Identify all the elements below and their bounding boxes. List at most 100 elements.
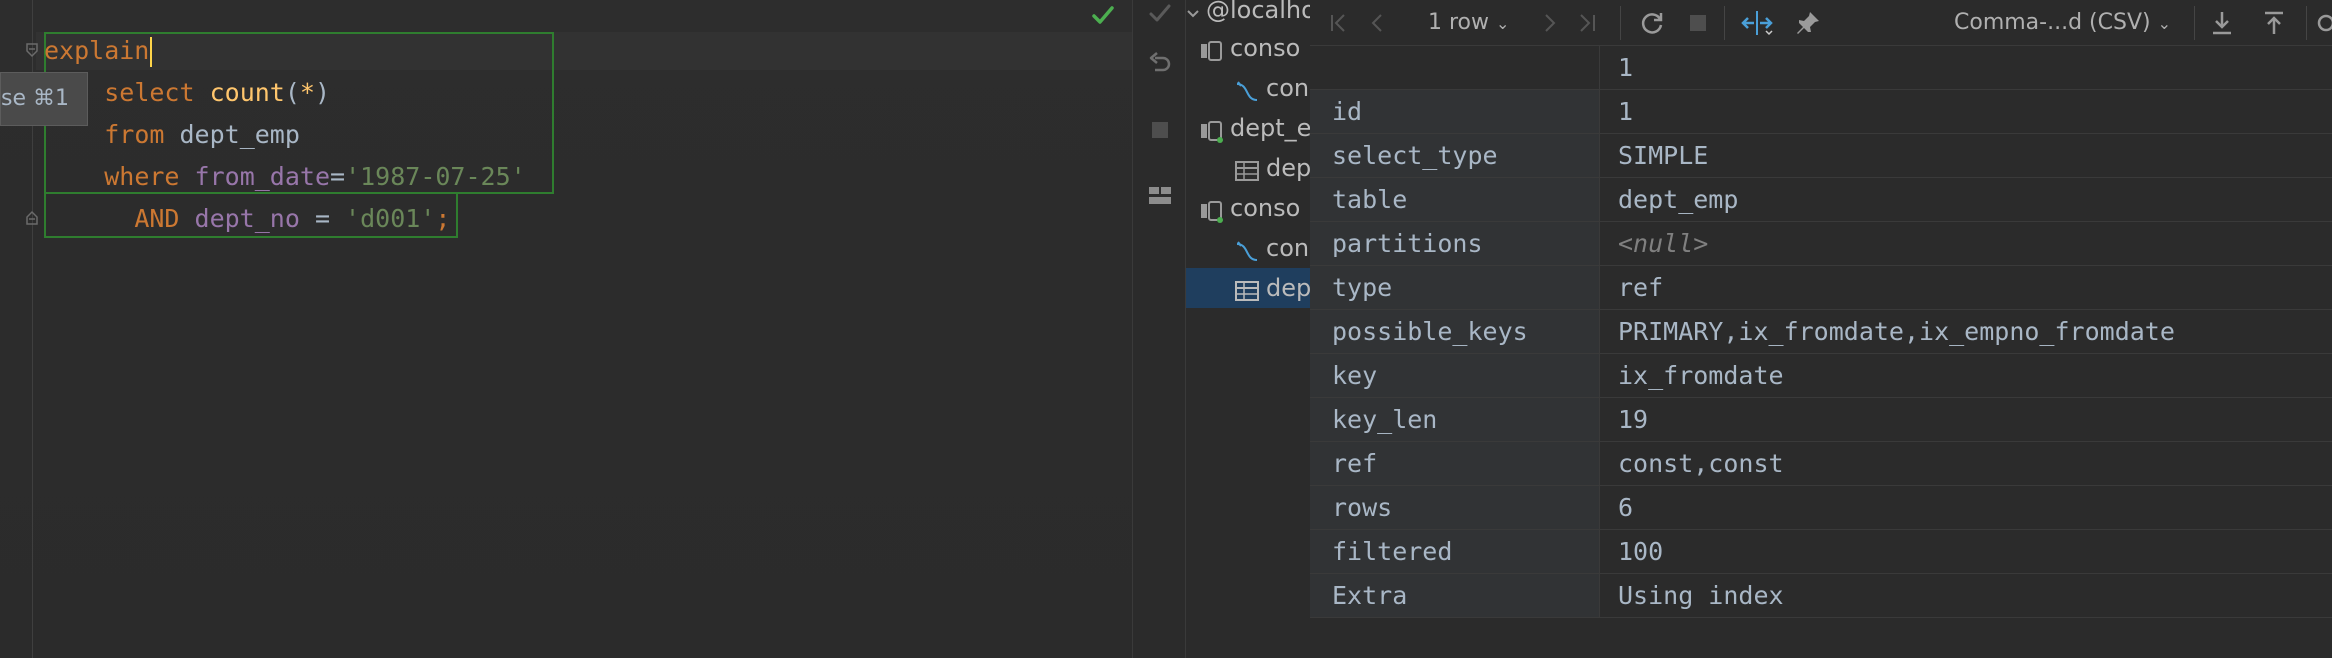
fold-end-icon[interactable]	[24, 210, 40, 226]
pin-icon[interactable]	[1794, 9, 1822, 37]
paren-close: )	[314, 78, 331, 107]
code-line-5[interactable]: AND dept_no = 'd001';	[44, 200, 450, 238]
commit-check-icon[interactable]	[1146, 0, 1174, 28]
tree-label: dept_e	[1230, 114, 1310, 142]
last-page-icon[interactable]	[1574, 9, 1598, 37]
table-row[interactable]: id 1	[1310, 90, 2332, 134]
toolbar-divider	[1724, 6, 1725, 40]
stop-query-icon[interactable]	[1684, 9, 1712, 37]
check-icon	[1090, 2, 1116, 28]
tree-label: dep	[1266, 154, 1310, 182]
console-icon	[1198, 36, 1224, 62]
sql-file-icon	[1234, 76, 1260, 102]
string-literal-date: '1987-07-25'	[345, 162, 526, 191]
row-value[interactable]: SIMPLE	[1600, 134, 2332, 177]
table-row[interactable]: table dept_emp	[1310, 178, 2332, 222]
table-row[interactable]: filtered 100	[1310, 530, 2332, 574]
text-caret	[150, 37, 153, 67]
row-key: table	[1310, 178, 1600, 221]
row-value[interactable]: Using index	[1600, 574, 2332, 617]
tree-item-sql-file-1[interactable]: con	[1234, 68, 1310, 108]
table-row[interactable]: rows 6	[1310, 486, 2332, 530]
table-row[interactable]: Extra Using index	[1310, 574, 2332, 618]
first-page-icon[interactable]	[1328, 9, 1352, 37]
semicolon: ;	[435, 204, 451, 233]
column-header-row: 1	[1310, 46, 2332, 90]
table-row[interactable]: type ref	[1310, 266, 2332, 310]
tree-item-console-1[interactable]: conso	[1198, 28, 1310, 68]
keyword-from: from	[104, 120, 165, 149]
row-value[interactable]: const,const	[1600, 442, 2332, 485]
string-literal-dept: 'd001'	[345, 204, 436, 233]
code-line-1[interactable]: explain	[44, 32, 153, 70]
keyword-and: AND	[134, 204, 180, 233]
row-value[interactable]: 1	[1600, 90, 2332, 133]
chevron-down-icon: ⌄	[2157, 14, 2171, 33]
tree-item-table-1[interactable]: dep	[1234, 148, 1310, 188]
table-row[interactable]: possible_keys PRIMARY,ix_fromdate,ix_empn…	[1310, 310, 2332, 354]
view-icon[interactable]	[2314, 9, 2332, 37]
fold-start-icon[interactable]	[24, 42, 40, 58]
table-icon	[1234, 276, 1260, 302]
tree-item-table-selected[interactable]: dep	[1186, 268, 1310, 308]
row-value[interactable]: 19	[1600, 398, 2332, 441]
tree-label: con	[1266, 234, 1310, 262]
chevron-down-icon[interactable]	[1186, 0, 1200, 24]
column-header[interactable]: 1	[1600, 46, 2332, 89]
results-toolbar: 1 row ⌄ Comma-...d (CSV) ⌄	[1310, 0, 2332, 46]
tree-item-sql-file-2[interactable]: con	[1234, 228, 1310, 268]
rollback-icon[interactable]	[1146, 50, 1174, 78]
download-icon[interactable]	[2208, 9, 2236, 37]
export-format-label: Comma-...d (CSV)	[1954, 10, 2151, 35]
row-value[interactable]: ix_fromdate	[1600, 354, 2332, 397]
table-row[interactable]: key ix_fromdate	[1310, 354, 2332, 398]
row-value[interactable]: 6	[1600, 486, 2332, 529]
tree-label: dep	[1266, 274, 1310, 302]
tree-label: con	[1266, 74, 1310, 102]
tree-item-localhost[interactable]: @localho	[1186, 0, 1310, 30]
toolbar-divider	[1620, 6, 1621, 40]
compare-icon[interactable]	[1740, 9, 1774, 37]
export-format-dropdown[interactable]: Comma-...d (CSV) ⌄	[1954, 9, 2171, 37]
chevron-down-icon: ⌄	[1496, 14, 1510, 33]
row-value[interactable]: dept_emp	[1600, 178, 2332, 221]
table-icon	[1234, 156, 1260, 182]
row-value[interactable]: PRIMARY,ix_fromdate,ix_empno_fromdate	[1600, 310, 2332, 353]
row-value[interactable]: ref	[1600, 266, 2332, 309]
tree-label: conso	[1230, 194, 1301, 222]
row-count-label: 1 row	[1428, 10, 1490, 35]
row-value[interactable]: 100	[1600, 530, 2332, 573]
table-row[interactable]: select_type SIMPLE	[1310, 134, 2332, 178]
row-value-null[interactable]: <null>	[1600, 222, 2332, 265]
tree-label: conso	[1230, 34, 1301, 62]
code-line-4[interactable]: where from_date='1987-07-25'	[44, 158, 526, 196]
console-icon	[1198, 196, 1224, 223]
sql-file-icon	[1234, 236, 1260, 262]
upload-icon[interactable]	[2260, 9, 2288, 37]
row-key: id	[1310, 90, 1600, 133]
row-key: select_type	[1310, 134, 1600, 177]
row-key: ref	[1310, 442, 1600, 485]
star-token: *	[299, 78, 315, 107]
tree-item-console-dept[interactable]: dept_e	[1198, 108, 1310, 148]
next-page-icon[interactable]	[1538, 9, 1562, 37]
stop-icon[interactable]	[1146, 116, 1174, 144]
sql-editor[interactable]: explain select count(*) from dept_emp wh…	[0, 0, 1132, 658]
prev-page-icon[interactable]	[1366, 9, 1390, 37]
tree-item-console-2[interactable]: conso	[1198, 188, 1310, 228]
row-count-dropdown[interactable]: 1 row ⌄	[1428, 9, 1509, 37]
table-row[interactable]: ref const,const	[1310, 442, 2332, 486]
refresh-icon[interactable]	[1638, 9, 1666, 37]
table-row[interactable]: key_len 19	[1310, 398, 2332, 442]
layout-icon[interactable]	[1146, 182, 1174, 210]
keyword-select: select	[104, 78, 195, 107]
table-identifier: dept_emp	[179, 120, 300, 149]
row-key: partitions	[1310, 222, 1600, 265]
row-key: rows	[1310, 486, 1600, 529]
row-key: Extra	[1310, 574, 1600, 617]
table-row[interactable]: partitions <null>	[1310, 222, 2332, 266]
header-corner	[1310, 46, 1600, 89]
results-panel: 1 row ⌄ Comma-...d (CSV) ⌄ 1 id 1 select…	[1310, 0, 2332, 658]
operator-equals: =	[299, 204, 346, 233]
column-from-date: from_date	[194, 162, 331, 191]
